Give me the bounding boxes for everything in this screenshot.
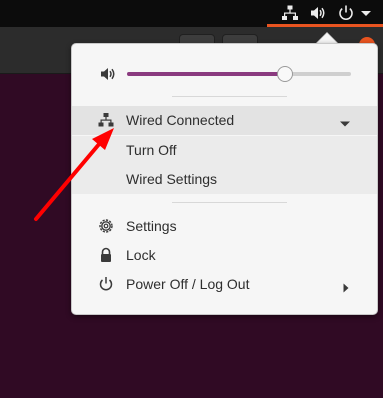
- network-wired-icon: [98, 112, 114, 128]
- chevron-down-icon: [340, 116, 350, 127]
- system-menu-button[interactable]: [267, 0, 383, 25]
- separator: [172, 96, 287, 97]
- settings-label: Settings: [126, 218, 177, 234]
- volume-icon: [309, 4, 327, 22]
- separator: [172, 202, 287, 203]
- settings-icon: [98, 218, 114, 234]
- system-menu-popup: Wired Connected Turn Off Wired Settings …: [71, 43, 378, 315]
- power-icon: [98, 276, 114, 292]
- volume-row: [72, 59, 377, 89]
- lock-item[interactable]: Lock: [72, 241, 377, 270]
- volume-slider-handle[interactable]: [276, 66, 293, 82]
- network-wired-item[interactable]: Wired Connected: [72, 106, 377, 135]
- network-wired-label: Wired Connected: [126, 112, 235, 128]
- lock-label: Lock: [126, 247, 156, 263]
- power-off-log-out-item[interactable]: Power Off / Log Out: [72, 270, 377, 299]
- wired-settings-item[interactable]: Wired Settings: [72, 165, 377, 194]
- turn-off-label: Turn Off: [126, 142, 177, 158]
- top-bar: [0, 0, 383, 27]
- wired-settings-label: Wired Settings: [126, 171, 218, 187]
- chevron-right-icon: [341, 280, 351, 293]
- network-wired-icon: [281, 4, 299, 22]
- power-icon: [337, 4, 355, 22]
- volume-slider[interactable]: [127, 66, 351, 82]
- volume-slider-fill: [127, 72, 284, 76]
- volume-icon: [99, 66, 117, 82]
- power-off-log-out-label: Power Off / Log Out: [126, 276, 250, 292]
- turn-off-item[interactable]: Turn Off: [72, 136, 377, 165]
- lock-icon: [98, 247, 114, 263]
- chevron-down-icon: [359, 4, 377, 22]
- settings-item[interactable]: Settings: [72, 212, 377, 241]
